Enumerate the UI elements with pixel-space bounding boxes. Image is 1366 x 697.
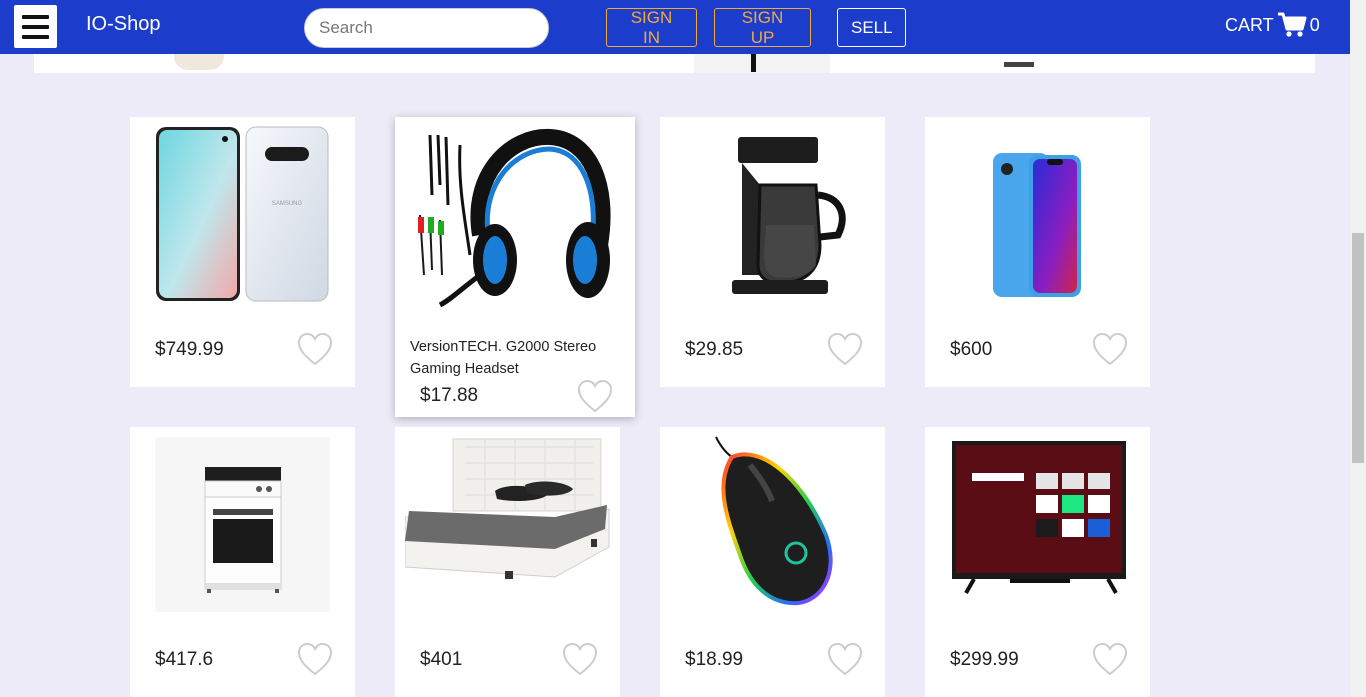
favorite-heart-button[interactable] (1092, 332, 1128, 366)
shopping-cart-icon (1277, 12, 1307, 38)
hamburger-menu-button[interactable] (14, 5, 57, 48)
product-card[interactable]: VersionTECH. G2000 Stereo Gaming Headset… (395, 117, 635, 417)
hamburger-icon-bar (22, 24, 49, 29)
product-image-coffee-maker (680, 125, 865, 305)
product-card[interactable]: $29.85 (660, 117, 885, 387)
heart-icon (1092, 332, 1128, 366)
hamburger-icon-bar (22, 34, 49, 39)
product-card[interactable]: SAMSUNG $749.99 (130, 117, 355, 387)
product-image-iphone-xr-blue (945, 125, 1130, 305)
product-card[interactable]: $18.99 (660, 427, 885, 697)
product-image-electric-stove (155, 437, 330, 612)
product-card[interactable]: $417.6 (130, 427, 355, 697)
favorite-heart-button[interactable] (562, 642, 598, 676)
carousel-image-fragment (174, 54, 224, 70)
hamburger-icon-bar (22, 14, 49, 19)
product-image-gaming-mouse (680, 435, 865, 615)
page-scrollbar[interactable] (1350, 0, 1366, 697)
heart-icon (827, 332, 863, 366)
heart-icon (297, 642, 333, 676)
product-image-tcl-roku-tv (950, 439, 1130, 599)
heart-icon (297, 332, 333, 366)
brand-logo[interactable]: IO-Shop (86, 13, 160, 36)
product-price: $299.99 (950, 649, 1019, 670)
product-image-gaming-headset (410, 125, 620, 325)
product-price: $600 (950, 339, 993, 360)
product-card[interactable]: $401 (395, 427, 620, 697)
sign-up-button[interactable]: SIGN UP (714, 8, 811, 47)
product-price: $18.99 (685, 649, 744, 670)
product-image-bed (404, 437, 610, 612)
favorite-heart-button[interactable] (827, 332, 863, 366)
product-price: $749.99 (155, 339, 224, 360)
carousel-banner[interactable] (34, 54, 1315, 73)
carousel-image-fragment (1004, 62, 1034, 67)
search-input[interactable] (304, 8, 549, 48)
product-price: $401 (420, 649, 463, 670)
cart-count: 0 (1309, 14, 1320, 35)
carousel-image-fragment (751, 54, 756, 72)
heart-icon (1092, 642, 1128, 676)
scrollbar-thumb[interactable] (1352, 233, 1364, 463)
cart-button[interactable]: CART 0 (1225, 12, 1320, 38)
svg-text:SAMSUNG: SAMSUNG (272, 201, 303, 207)
product-price: $29.85 (685, 339, 744, 360)
product-card[interactable]: $600 (925, 117, 1150, 387)
favorite-heart-button[interactable] (577, 379, 613, 413)
product-card[interactable]: $299.99 (925, 427, 1150, 697)
product-image-samsung-galaxy-phone: SAMSUNG (150, 125, 335, 305)
carousel-image-fragment (694, 54, 830, 73)
favorite-heart-button[interactable] (1092, 642, 1128, 676)
navbar: IO-Shop SIGN IN SIGN UP SELL CART 0 (0, 0, 1350, 54)
heart-icon (577, 379, 613, 413)
product-price: $17.88 (420, 385, 479, 406)
heart-icon (827, 642, 863, 676)
favorite-heart-button[interactable] (297, 642, 333, 676)
product-price: $417.6 (155, 649, 214, 670)
favorite-heart-button[interactable] (827, 642, 863, 676)
heart-icon (562, 642, 598, 676)
favorite-heart-button[interactable] (297, 332, 333, 366)
sign-in-button[interactable]: SIGN IN (606, 8, 697, 47)
sell-button[interactable]: SELL (837, 8, 906, 47)
cart-label: CART (1225, 14, 1274, 35)
product-name[interactable]: VersionTECH. G2000 Stereo Gaming Headset (410, 336, 620, 380)
